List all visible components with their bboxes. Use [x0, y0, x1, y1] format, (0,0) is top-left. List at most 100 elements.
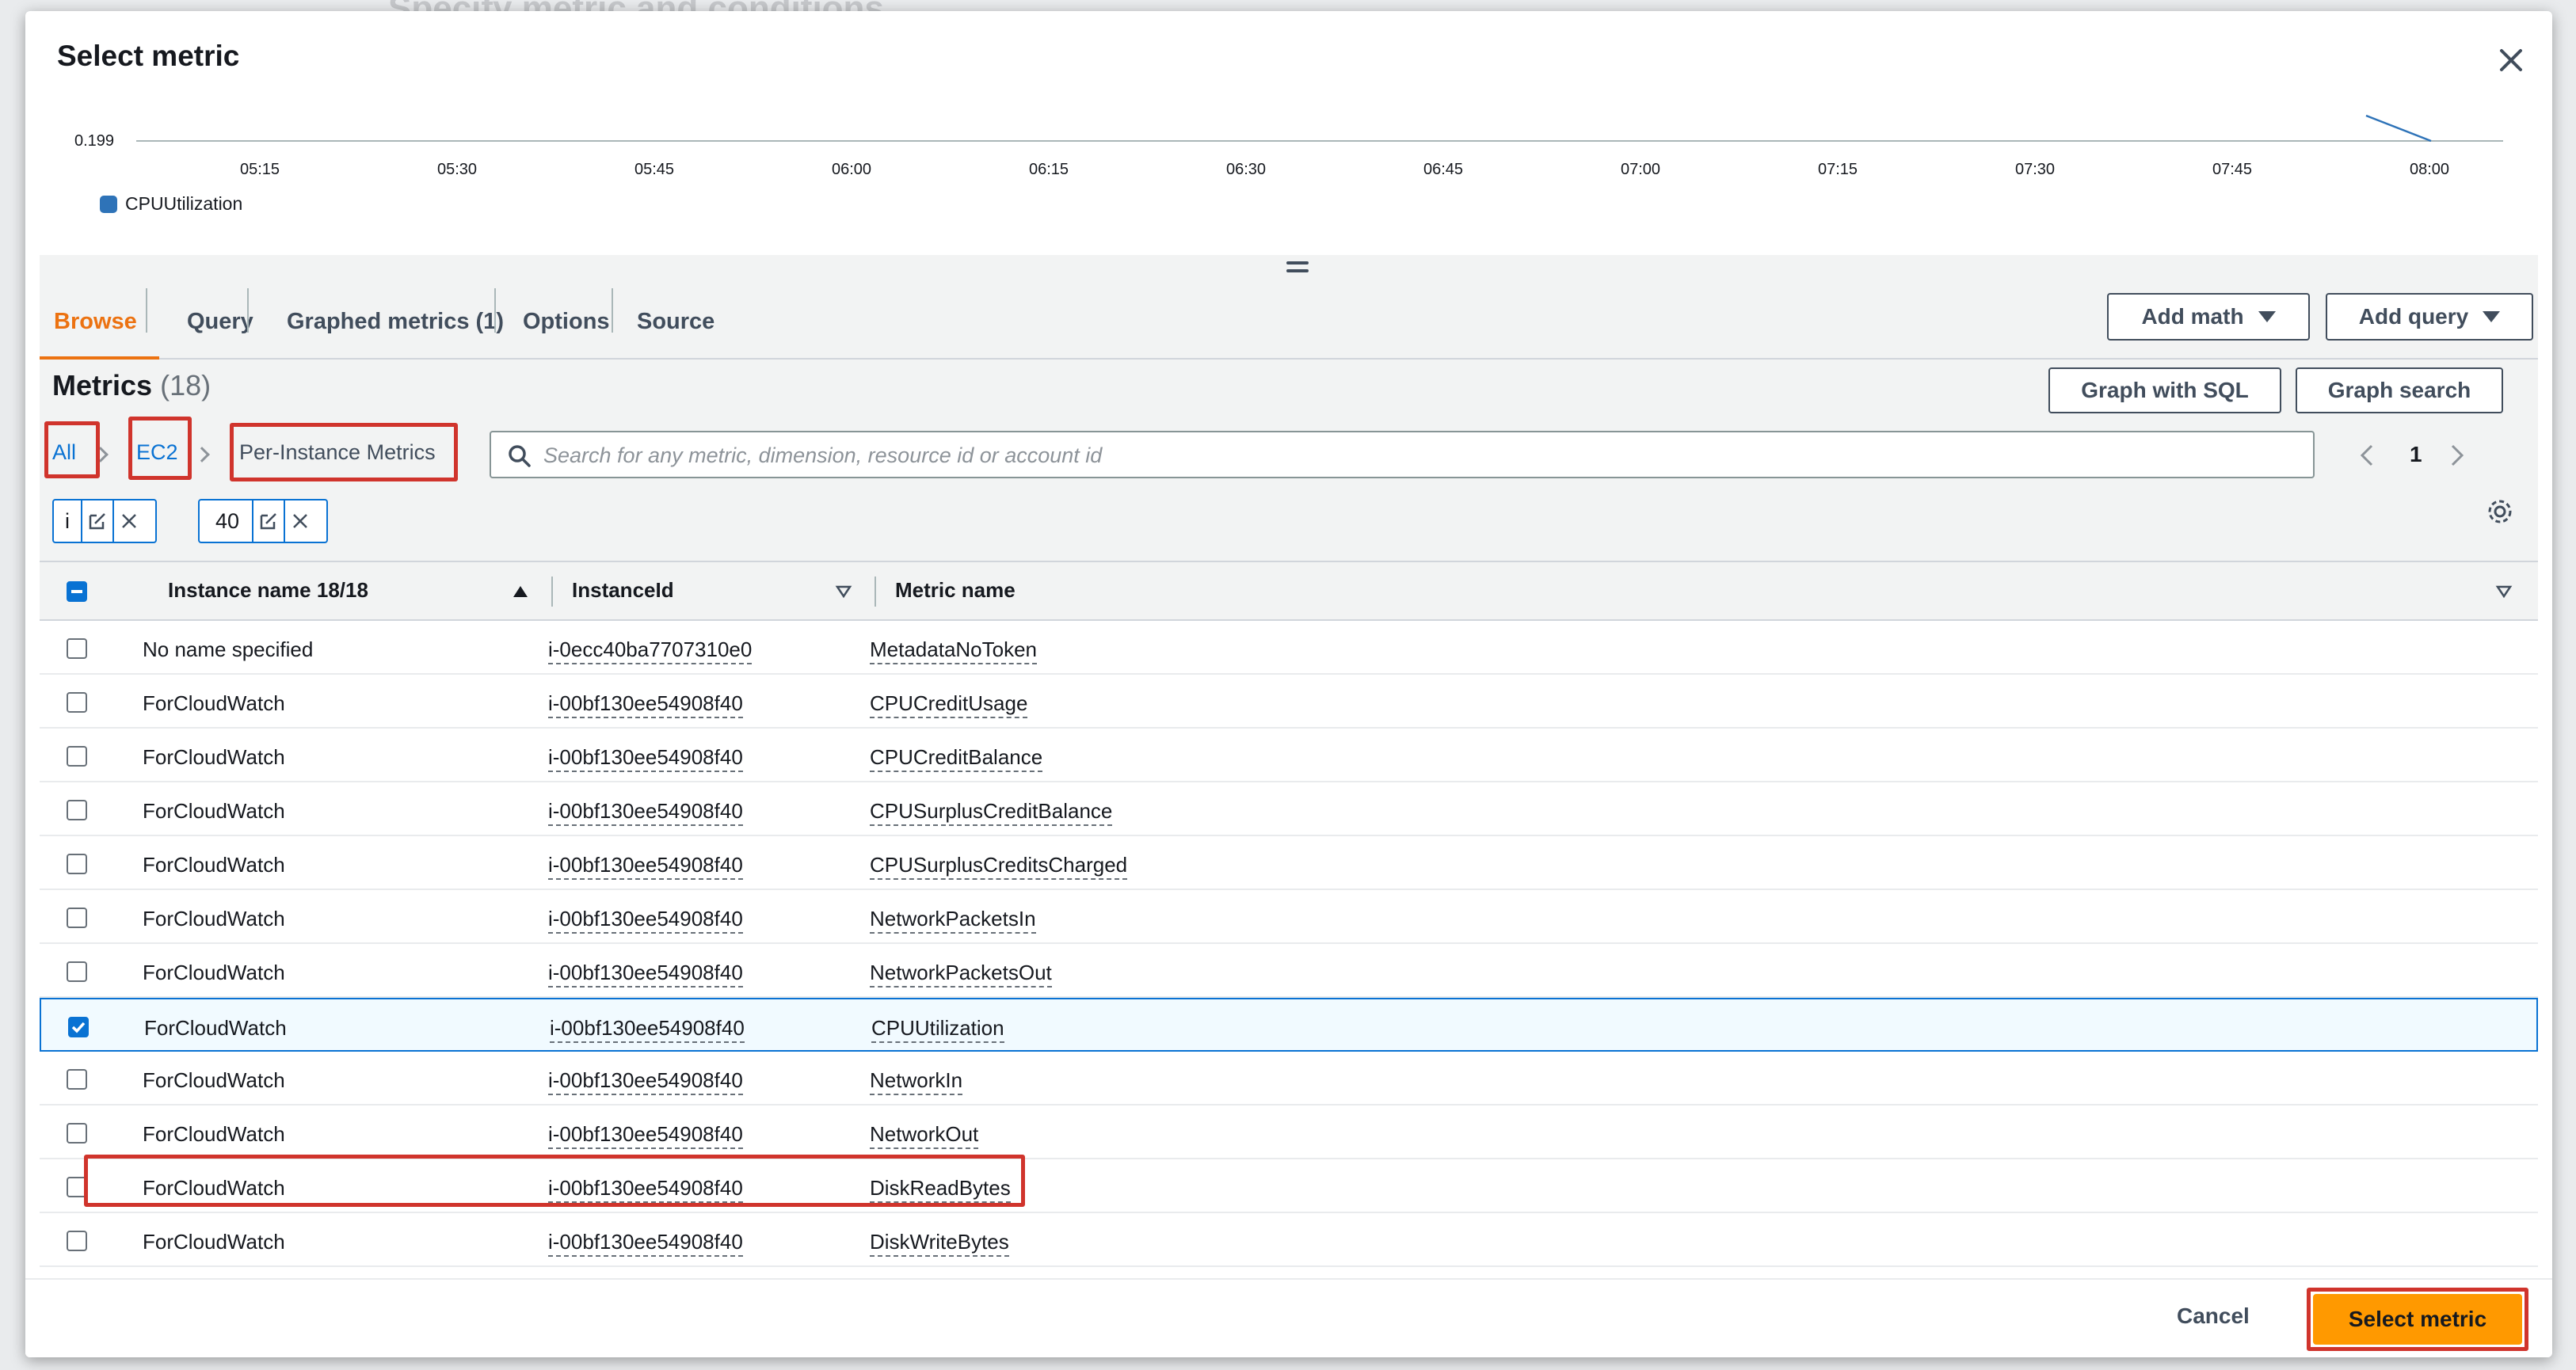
row-checkbox[interactable] [67, 854, 87, 874]
cell-instance-name: No name specified [143, 637, 314, 661]
page-number[interactable]: 1 [2410, 442, 2422, 467]
row-checkbox[interactable] [67, 800, 87, 820]
metrics-panel: Metrics (18) Graph with SQL Graph search… [40, 360, 2538, 1274]
cell-metric-name[interactable]: CPUCreditUsage [870, 691, 1028, 718]
cell-instance-id[interactable]: i-00bf130ee54908f40 [548, 853, 743, 880]
tab-graphed-metrics[interactable]: Graphed metrics (1) [287, 284, 504, 360]
x-tick-label: 06:00 [832, 161, 871, 178]
breadcrumb-current: Per-Instance Metrics [239, 440, 436, 464]
x-tick-label: 07:15 [1818, 161, 1858, 178]
cell-instance-id[interactable]: i-00bf130ee54908f40 [548, 799, 743, 826]
row-checkbox[interactable] [67, 908, 87, 928]
search-input[interactable]: Search for any metric, dimension, resour… [490, 431, 2315, 478]
sort-ascending-icon[interactable] [512, 584, 529, 599]
row-checkbox[interactable] [67, 1123, 87, 1144]
cell-instance-name: ForCloudWatch [143, 907, 285, 930]
chevron-right-icon[interactable] [2449, 443, 2465, 467]
column-header-instance-id[interactable]: InstanceId [572, 578, 674, 603]
metrics-heading: Metrics (18) [52, 369, 211, 402]
table-row[interactable]: ForCloudWatch i-00bf130ee54908f40 DiskWrit… [40, 1213, 2538, 1267]
table-row[interactable]: ForCloudWatch i-00bf130ee54908f40 NetworkO… [40, 1106, 2538, 1159]
cell-metric-name[interactable]: DiskWriteBytes [870, 1230, 1009, 1257]
tab-source[interactable]: Source [637, 284, 714, 360]
cell-metric-name[interactable]: CPUUtilization [871, 1016, 1004, 1043]
tab-browse[interactable]: Browse [40, 284, 159, 361]
row-checkbox[interactable] [67, 638, 87, 659]
row-checkbox[interactable] [67, 961, 87, 982]
cell-instance-id[interactable]: i-00bf130ee54908f40 [548, 1122, 743, 1149]
metrics-count: (18) [160, 369, 211, 401]
chevron-left-icon[interactable] [2359, 443, 2375, 467]
row-checkbox[interactable] [67, 1069, 87, 1090]
edit-icon[interactable] [81, 500, 112, 542]
gear-icon[interactable] [2484, 496, 2516, 527]
select-metric-button[interactable]: Select metric [2313, 1294, 2522, 1345]
table-row[interactable]: ForCloudWatch i-00bf130ee54908f40 NetworkP… [40, 944, 2538, 998]
cell-instance-name: ForCloudWatch [143, 1068, 285, 1092]
sort-icon[interactable] [835, 584, 852, 599]
table-row[interactable]: ForCloudWatch i-00bf130ee54908f40 CPUSurpl… [40, 782, 2538, 836]
tab-options[interactable]: Options [523, 284, 610, 360]
cell-instance-id[interactable]: i-00bf130ee54908f40 [548, 907, 743, 934]
cell-instance-id[interactable]: i-00bf130ee54908f40 [548, 1176, 743, 1203]
cell-metric-name[interactable]: CPUSurplusCreditsCharged [870, 853, 1128, 880]
column-header-instance-name[interactable]: Instance name 18/18 [168, 578, 368, 603]
cell-metric-name[interactable]: CPUSurplusCreditBalance [870, 799, 1113, 826]
row-checkbox[interactable] [67, 1177, 87, 1197]
table-row[interactable]: ForCloudWatch i-00bf130ee54908f40 CPUCredi… [40, 729, 2538, 782]
table-row[interactable]: No name specified i-0ecc40ba7707310e0 Meta… [40, 621, 2538, 675]
cell-instance-name: ForCloudWatch [143, 1230, 285, 1254]
cell-metric-name[interactable]: DiskReadBytes [870, 1176, 1011, 1203]
select-all-checkbox[interactable] [67, 581, 87, 602]
add-query-button[interactable]: Add query [2326, 293, 2533, 341]
breadcrumb-ec2[interactable]: EC2 [136, 440, 178, 465]
row-checkbox[interactable] [67, 1231, 87, 1251]
cell-instance-name: ForCloudWatch [143, 799, 285, 823]
table-row[interactable]: ForCloudWatch i-00bf130ee54908f40 NetworkI… [40, 1052, 2538, 1106]
resize-handle-icon[interactable] [1286, 261, 1309, 274]
tab-query[interactable]: Query [187, 284, 253, 360]
cell-metric-name[interactable]: MetadataNoToken [870, 637, 1038, 664]
table-row[interactable]: ForCloudWatch i-00bf130ee54908f40 CPUCredi… [40, 675, 2538, 729]
breadcrumb-all[interactable]: All [52, 440, 76, 465]
cell-instance-id[interactable]: i-00bf130ee54908f40 [548, 961, 743, 988]
cell-metric-name[interactable]: NetworkOut [870, 1122, 979, 1149]
modal-header: Select metric [25, 11, 2552, 100]
graph-search-button[interactable]: Graph search [2296, 367, 2503, 413]
add-math-label: Add math [2141, 304, 2244, 329]
table-row[interactable]: ForCloudWatch i-00bf130ee54908f40 CPUSurpl… [40, 836, 2538, 890]
cell-metric-name[interactable]: NetworkPacketsOut [870, 961, 1052, 988]
x-tick-label: 05:30 [437, 161, 477, 178]
cell-metric-name[interactable]: NetworkPacketsIn [870, 907, 1036, 934]
add-math-button[interactable]: Add math [2107, 293, 2310, 341]
metrics-table: Instance name 18/18 InstanceId Metric na… [40, 561, 2538, 1274]
cancel-button[interactable]: Cancel [2177, 1303, 2250, 1329]
cell-instance-id[interactable]: i-00bf130ee54908f40 [548, 1068, 743, 1095]
edit-icon[interactable] [252, 500, 284, 542]
caret-down-icon [2483, 311, 2501, 322]
table-row[interactable]: ForCloudWatchi-00bf130ee54908f40DiskRead… [40, 1159, 2538, 1213]
series-line-cpuutilization [2365, 114, 2432, 143]
sort-icon[interactable] [2495, 584, 2513, 599]
cell-metric-name[interactable]: CPUCreditBalance [870, 745, 1043, 772]
table-row[interactable]: ForCloudWatchi-00bf130ee54908f40DiskRead… [40, 1267, 2538, 1274]
table-row[interactable]: ForCloudWatch i-00bf130ee54908f40 CPUUtili… [40, 998, 2538, 1052]
x-tick-label: 06:15 [1029, 161, 1069, 178]
row-checkbox[interactable] [67, 746, 87, 767]
column-header-metric-name[interactable]: Metric name [895, 578, 1016, 603]
remove-filter-icon[interactable] [112, 500, 144, 542]
cell-instance-id[interactable]: i-00bf130ee54908f40 [550, 1016, 745, 1043]
cell-instance-id[interactable]: i-00bf130ee54908f40 [548, 691, 743, 718]
cell-metric-name[interactable]: NetworkIn [870, 1068, 963, 1095]
select-metric-modal: Select metric 0.199 05:15 05:30 05:45 06:00 0… [25, 11, 2552, 1357]
row-checkbox[interactable] [67, 692, 87, 713]
close-icon[interactable] [2494, 43, 2528, 78]
row-checkbox[interactable] [68, 1017, 89, 1037]
remove-filter-icon[interactable] [284, 500, 315, 542]
graph-with-sql-button[interactable]: Graph with SQL [2048, 367, 2281, 413]
table-row[interactable]: ForCloudWatch i-00bf130ee54908f40 NetworkP… [40, 890, 2538, 944]
cell-instance-id[interactable]: i-00bf130ee54908f40 [548, 1230, 743, 1257]
cell-instance-id[interactable]: i-00bf130ee54908f40 [548, 745, 743, 772]
cell-instance-id[interactable]: i-0ecc40ba7707310e0 [548, 637, 753, 664]
tab-divider [612, 288, 613, 333]
